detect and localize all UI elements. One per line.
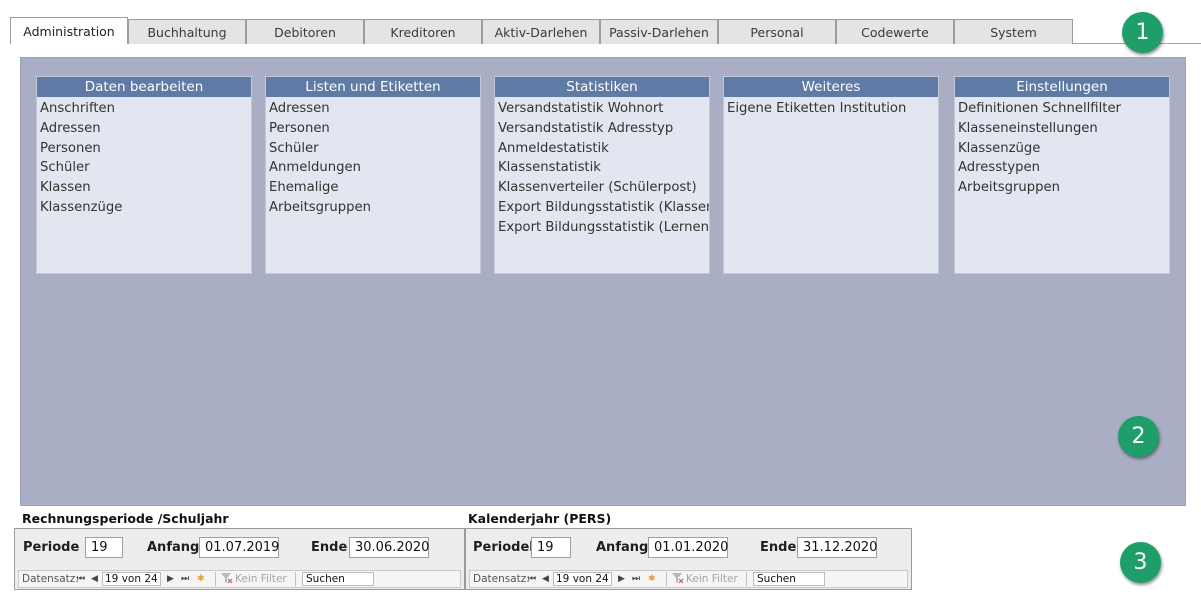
tab-passiv-darlehen[interactable]: Passiv-Darlehen <box>600 19 718 44</box>
no-filter-button[interactable]: Kein Filter <box>235 573 287 585</box>
list-item[interactable]: Arbeitsgruppen <box>269 198 480 218</box>
tab-aktiv-darlehen[interactable]: Aktiv-Darlehen <box>482 19 600 44</box>
divider <box>295 572 296 586</box>
group-statistiken: Statistiken Versandstatistik Wohnort Ver… <box>494 76 710 274</box>
list-item[interactable]: Anmeldungen <box>269 158 480 178</box>
next-record-icon[interactable]: ▶ <box>167 574 174 584</box>
end-date-field[interactable]: 30.06.2020 <box>349 537 429 558</box>
subform-kalenderjahr: Periodek 19 Anfang 01.01.2020 Ende 31.12… <box>465 528 912 590</box>
callout-badge-2: 2 <box>1118 416 1159 457</box>
record-navigation: Datensatz: ⏮ ◀ 19 von 24 ▶ ⏭ ✱ Kein Filt… <box>18 570 461 588</box>
list-item[interactable]: Ehemalige <box>269 178 480 198</box>
start-date-field[interactable]: 01.01.2020 <box>648 537 728 558</box>
section-title-rechnungsperiode: Rechnungsperiode /Schuljahr <box>22 511 229 526</box>
group-einstellungen: Einstellungen Definitionen Schnellfilter… <box>954 76 1170 274</box>
tab-debitoren[interactable]: Debitoren <box>246 19 364 44</box>
list-item[interactable]: Personen <box>269 119 480 139</box>
callout-badge-3: 3 <box>1120 542 1161 583</box>
group-list: Anschriften Adressen Personen Schüler Kl… <box>37 97 251 218</box>
list-item[interactable]: Klasseneinstellungen <box>958 119 1169 139</box>
last-record-icon[interactable]: ⏭ <box>181 574 189 584</box>
list-item[interactable]: Adressen <box>269 99 480 119</box>
group-daten-bearbeiten: Daten bearbeiten Anschriften Adressen Pe… <box>36 76 252 274</box>
previous-record-icon[interactable]: ◀ <box>542 574 549 584</box>
list-item[interactable]: Schüler <box>269 139 480 159</box>
record-counter-input[interactable]: 19 von 24 <box>553 572 612 586</box>
list-item[interactable]: Anmeldestatistik <box>498 139 709 159</box>
group-header: Daten bearbeiten <box>37 77 251 97</box>
list-item[interactable]: Export Bildungsstatistik (Klassen) <box>498 198 709 218</box>
list-item[interactable]: Definitionen Schnellfilter <box>958 99 1169 119</box>
list-item[interactable]: Adressen <box>40 119 251 139</box>
group-header: Listen und Etiketten <box>266 77 480 97</box>
group-header: Einstellungen <box>955 77 1169 97</box>
first-record-icon[interactable]: ⏮ <box>77 574 85 584</box>
list-item[interactable]: Schüler <box>40 158 251 178</box>
list-item[interactable]: Adresstypen <box>958 158 1169 178</box>
end-label: Ende <box>760 540 797 555</box>
group-header: Weiteres <box>724 77 938 97</box>
group-list: Definitionen Schnellfilter Klasseneinste… <box>955 97 1169 198</box>
main-panel: Daten bearbeiten Anschriften Adressen Pe… <box>20 57 1186 506</box>
group-header: Statistiken <box>495 77 709 97</box>
last-record-icon[interactable]: ⏭ <box>632 574 640 584</box>
record-label: Datensatz: <box>473 573 530 585</box>
record-navigation: Datensatz: ⏮ ◀ 19 von 24 ▶ ⏭ ✱ Kein Filt… <box>469 570 908 588</box>
tab-administration[interactable]: Administration <box>10 17 128 44</box>
group-list: Versandstatistik Wohnort Versandstatisti… <box>495 97 709 238</box>
tab-kreditoren[interactable]: Kreditoren <box>364 19 482 44</box>
search-input[interactable]: Suchen <box>302 572 374 586</box>
new-record-icon[interactable]: ✱ <box>197 574 205 584</box>
period-field[interactable]: 19 <box>85 537 123 558</box>
callout-badge-1: 1 <box>1122 12 1163 53</box>
list-item[interactable]: Export Bildungsstatistik (Lernend <box>498 218 709 238</box>
next-record-icon[interactable]: ▶ <box>618 574 625 584</box>
divider <box>666 572 667 586</box>
tab-buchhaltung[interactable]: Buchhaltung <box>128 19 246 44</box>
period-label: Periodek <box>473 540 538 555</box>
list-item[interactable]: Klassenzüge <box>958 139 1169 159</box>
group-list: Eigene Etiketten Institution <box>724 97 938 119</box>
group-weiteres: Weiteres Eigene Etiketten Institution <box>723 76 939 274</box>
group-listen-und-etiketten: Listen und Etiketten Adressen Personen S… <box>265 76 481 274</box>
search-input[interactable]: Suchen <box>753 572 825 586</box>
start-label: Anfang <box>596 540 649 555</box>
list-item[interactable]: Versandstatistik Adresstyp <box>498 119 709 139</box>
funnel-x-icon <box>221 573 233 586</box>
previous-record-icon[interactable]: ◀ <box>91 574 98 584</box>
tab-personal[interactable]: Personal <box>718 19 836 44</box>
list-item[interactable]: Personen <box>40 139 251 159</box>
tab-codewerte[interactable]: Codewerte <box>836 19 954 44</box>
list-item[interactable]: Anschriften <box>40 99 251 119</box>
tab-system[interactable]: System <box>954 19 1073 44</box>
end-label: Ende <box>311 540 348 555</box>
field-row: Periodek 19 Anfang 01.01.2020 Ende 31.12… <box>466 536 911 560</box>
divider <box>215 572 216 586</box>
group-list: Adressen Personen Schüler Anmeldungen Eh… <box>266 97 480 218</box>
record-label: Datensatz: <box>22 573 79 585</box>
new-record-icon[interactable]: ✱ <box>648 574 656 584</box>
no-filter-button[interactable]: Kein Filter <box>686 573 738 585</box>
divider <box>746 572 747 586</box>
list-item[interactable]: Arbeitsgruppen <box>958 178 1169 198</box>
tab-bar: Administration Buchhaltung Debitoren Kre… <box>0 0 1201 44</box>
start-label: Anfang <box>147 540 200 555</box>
record-counter-input[interactable]: 19 von 24 <box>102 572 161 586</box>
period-field[interactable]: 19 <box>531 537 571 558</box>
first-record-icon[interactable]: ⏮ <box>528 574 536 584</box>
period-label: Periode <box>23 540 80 555</box>
subform-rechnungsperiode: Periode 19 Anfang 01.07.2019 Ende 30.06.… <box>14 528 465 590</box>
list-item[interactable]: Klassenzüge <box>40 198 251 218</box>
list-item[interactable]: Klassenverteiler (Schülerpost) <box>498 178 709 198</box>
list-item[interactable]: Klassenstatistik <box>498 158 709 178</box>
list-item[interactable]: Versandstatistik Wohnort <box>498 99 709 119</box>
section-title-kalenderjahr: Kalenderjahr (PERS) <box>468 511 612 526</box>
funnel-x-icon <box>672 573 684 586</box>
field-row: Periode 19 Anfang 01.07.2019 Ende 30.06.… <box>15 536 464 560</box>
list-item[interactable]: Eigene Etiketten Institution <box>727 99 938 119</box>
end-date-field[interactable]: 31.12.2020 <box>797 537 877 558</box>
list-item[interactable]: Klassen <box>40 178 251 198</box>
start-date-field[interactable]: 01.07.2019 <box>199 537 279 558</box>
